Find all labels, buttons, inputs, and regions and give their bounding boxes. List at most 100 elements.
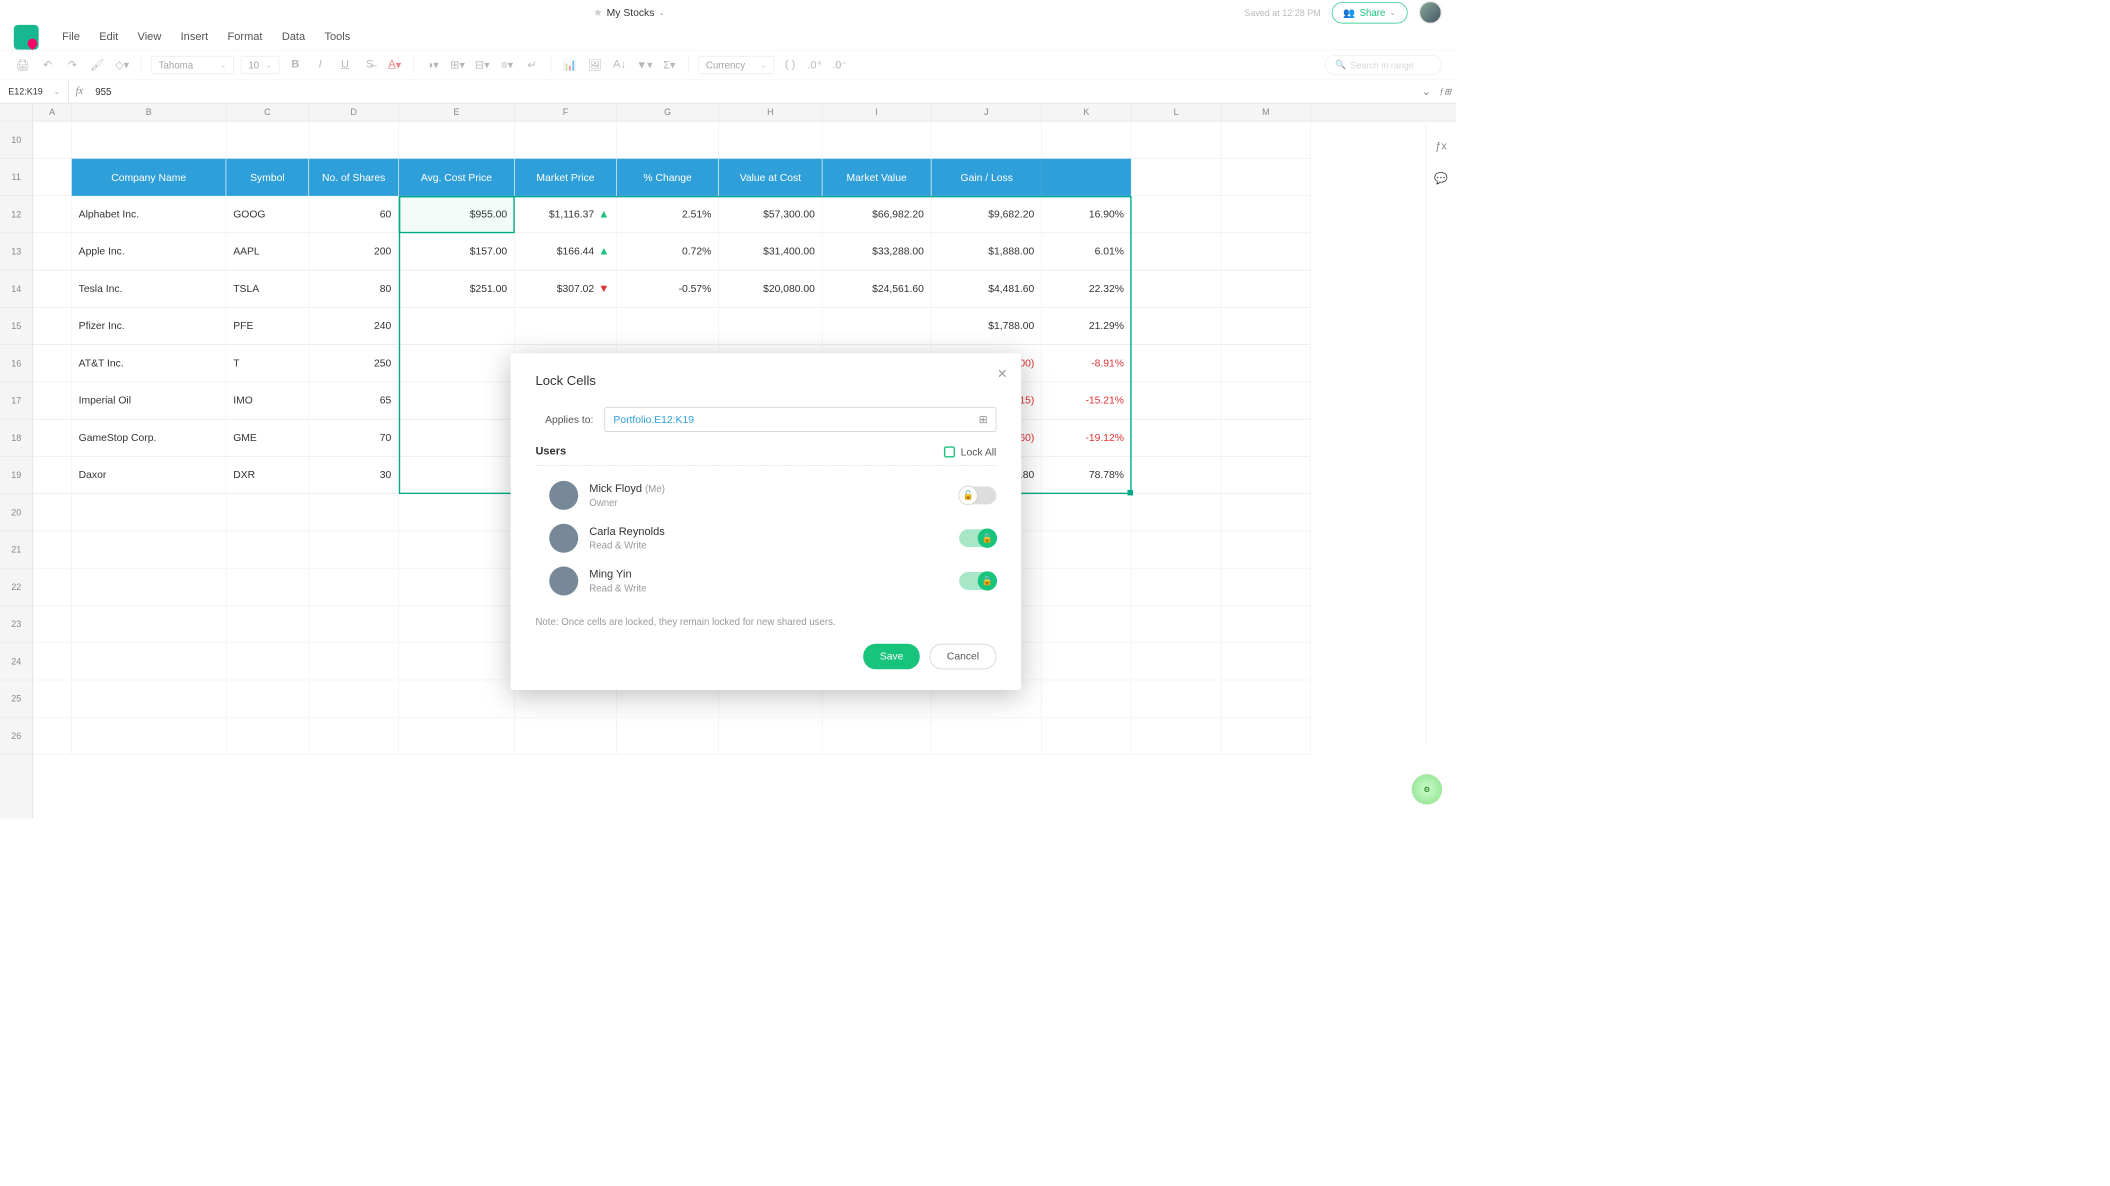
- column-header[interactable]: L: [1132, 104, 1222, 121]
- cell[interactable]: No. of Shares: [309, 159, 399, 196]
- row-header[interactable]: 13: [0, 233, 32, 270]
- cell[interactable]: [226, 531, 309, 568]
- cell[interactable]: [33, 718, 72, 755]
- cell[interactable]: Daxor: [72, 457, 227, 494]
- cell[interactable]: [1132, 159, 1222, 196]
- cell[interactable]: IMO: [226, 382, 309, 419]
- cell[interactable]: Alphabet Inc.: [72, 196, 227, 233]
- cell[interactable]: [72, 531, 227, 568]
- italic-icon[interactable]: I: [311, 56, 329, 74]
- redo-icon[interactable]: ↷: [63, 56, 81, 74]
- cell[interactable]: [1132, 569, 1222, 606]
- cell[interactable]: [1132, 531, 1222, 568]
- font-size-dropdown[interactable]: 10⌄: [241, 56, 280, 74]
- column-header[interactable]: H: [719, 104, 823, 121]
- cell[interactable]: [399, 718, 515, 755]
- font-family-dropdown[interactable]: Tahoma⌄: [151, 56, 234, 74]
- cell[interactable]: [1132, 606, 1222, 643]
- cell[interactable]: 22.32%: [1042, 270, 1132, 307]
- cell[interactable]: $24,561.60: [822, 270, 931, 307]
- cell[interactable]: Imperial Oil: [72, 382, 227, 419]
- cell[interactable]: [719, 121, 823, 158]
- cell[interactable]: [1132, 308, 1222, 345]
- cell[interactable]: [1221, 196, 1311, 233]
- menu-data[interactable]: Data: [282, 31, 305, 43]
- clear-format-icon[interactable]: ◇▾: [113, 56, 131, 74]
- cell[interactable]: Symbol: [226, 159, 309, 196]
- cell[interactable]: Apple Inc.: [72, 233, 227, 270]
- cell[interactable]: [1221, 606, 1311, 643]
- column-header[interactable]: E: [399, 104, 515, 121]
- cell[interactable]: % Change: [617, 159, 719, 196]
- cell[interactable]: [1042, 121, 1132, 158]
- cell[interactable]: [932, 121, 1042, 158]
- cell[interactable]: [72, 718, 227, 755]
- cell[interactable]: [309, 606, 399, 643]
- cell[interactable]: $9,682.20: [932, 196, 1042, 233]
- applies-to-input[interactable]: Portfolio.E12:K19 ⊞: [604, 407, 996, 432]
- cell[interactable]: [72, 643, 227, 680]
- number-format-dropdown[interactable]: Currency⌄: [698, 56, 774, 74]
- cell[interactable]: [1221, 159, 1311, 196]
- cell[interactable]: [399, 308, 515, 345]
- cell[interactable]: [72, 606, 227, 643]
- cell[interactable]: $307.02▼: [515, 270, 617, 307]
- cell[interactable]: -8.91%: [1042, 345, 1132, 382]
- cell[interactable]: 60: [309, 196, 399, 233]
- menu-insert[interactable]: Insert: [181, 31, 209, 43]
- cell[interactable]: [1132, 457, 1222, 494]
- cell[interactable]: AT&T Inc.: [72, 345, 227, 382]
- cell[interactable]: [1221, 494, 1311, 531]
- cell[interactable]: [399, 345, 515, 382]
- column-header[interactable]: C: [226, 104, 309, 121]
- column-header[interactable]: A: [33, 104, 72, 121]
- cell[interactable]: AAPL: [226, 233, 309, 270]
- column-header[interactable]: B: [72, 104, 227, 121]
- menu-tools[interactable]: Tools: [324, 31, 350, 43]
- cell[interactable]: $1,116.37▲: [515, 196, 617, 233]
- cell[interactable]: 78.78%: [1042, 457, 1132, 494]
- app-logo[interactable]: [14, 25, 39, 50]
- cell[interactable]: [72, 121, 227, 158]
- cell[interactable]: [33, 159, 72, 196]
- column-header[interactable]: K: [1042, 104, 1132, 121]
- cell[interactable]: Value at Cost: [719, 159, 823, 196]
- cell[interactable]: -15.21%: [1042, 382, 1132, 419]
- underline-icon[interactable]: U: [336, 56, 354, 74]
- cell[interactable]: [1221, 233, 1311, 270]
- cell[interactable]: Market Value: [822, 159, 931, 196]
- document-title[interactable]: My Stocks: [607, 7, 655, 19]
- cell[interactable]: [33, 308, 72, 345]
- cell[interactable]: [226, 643, 309, 680]
- cell[interactable]: [1042, 680, 1132, 717]
- cell[interactable]: [72, 494, 227, 531]
- cell[interactable]: Company Name: [72, 159, 227, 196]
- row-header[interactable]: 17: [0, 382, 32, 419]
- chart-icon[interactable]: 📊: [561, 56, 579, 74]
- cell[interactable]: [1221, 308, 1311, 345]
- cell[interactable]: [33, 196, 72, 233]
- range-picker-icon[interactable]: ⊞: [979, 413, 988, 425]
- row-header[interactable]: 16: [0, 345, 32, 382]
- text-color-icon[interactable]: A▾: [386, 56, 404, 74]
- row-header[interactable]: 21: [0, 531, 32, 568]
- cell[interactable]: DXR: [226, 457, 309, 494]
- cell[interactable]: [226, 718, 309, 755]
- column-header[interactable]: M: [1221, 104, 1311, 121]
- cell[interactable]: [515, 718, 617, 755]
- cell[interactable]: [1132, 196, 1222, 233]
- undo-icon[interactable]: ↶: [39, 56, 57, 74]
- cell[interactable]: [309, 718, 399, 755]
- cell[interactable]: [1132, 494, 1222, 531]
- cell[interactable]: 80: [309, 270, 399, 307]
- row-header[interactable]: 24: [0, 643, 32, 680]
- parentheses-icon[interactable]: ( ): [781, 56, 799, 74]
- cell[interactable]: [33, 270, 72, 307]
- lock-toggle[interactable]: 🔒: [959, 529, 996, 547]
- cell[interactable]: 6.01%: [1042, 233, 1132, 270]
- cell[interactable]: [1042, 606, 1132, 643]
- cell[interactable]: 70: [309, 420, 399, 457]
- fx-side-icon[interactable]: ƒx: [1432, 138, 1450, 156]
- cell[interactable]: $66,982.20: [822, 196, 931, 233]
- cell[interactable]: [1132, 643, 1222, 680]
